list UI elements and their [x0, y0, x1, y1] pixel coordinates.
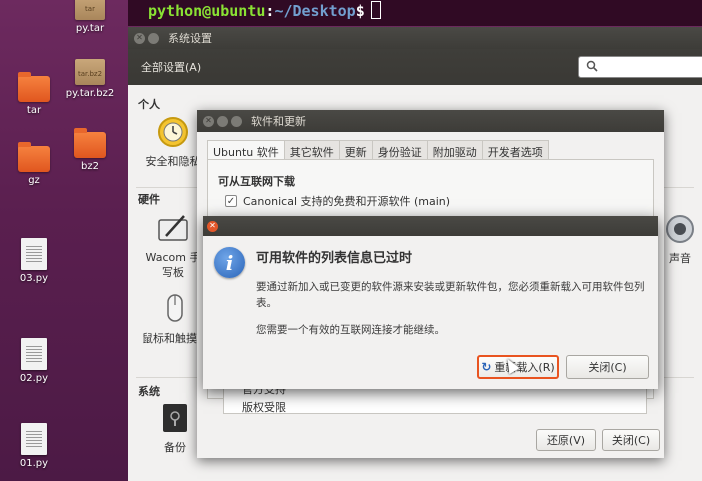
section-personal: 个人 — [138, 98, 160, 111]
settings-item-security[interactable]: 安全和隐私 — [143, 115, 203, 169]
software-titlebar: ✕ 软件和更新 — [197, 110, 664, 132]
safe-icon — [158, 401, 192, 435]
prompt-symbol: $ — [355, 2, 365, 20]
desktop-folder-gz[interactable]: gz — [4, 142, 64, 186]
folder-icon — [18, 142, 50, 172]
tab-other-software[interactable]: 其它软件 — [284, 140, 340, 160]
desktop-file-03-py[interactable]: 03.py — [4, 238, 64, 284]
main-repo-option[interactable]: ✓ Canonical 支持的免费和开源软件 (main) — [225, 193, 450, 209]
desktop-file-py-tar-bz2[interactable]: tar.bz2 py.tar.bz2 — [60, 59, 120, 99]
maximize-icon[interactable] — [231, 115, 242, 127]
tablet-pen-icon — [156, 212, 190, 246]
settings-titlebar: ✕ 系统设置 — [128, 27, 702, 49]
terminal-window[interactable]: python@ubuntu:~/Desktop$ — [128, 0, 702, 26]
software-title: 软件和更新 — [251, 115, 306, 128]
dialog-message: 要通过新加入或已变更的软件源来安装或更新软件包，您必须重新载入可用软件包列表。 — [256, 281, 645, 309]
refresh-icon: ↻ — [481, 360, 492, 374]
dialog-note: 您需要一个有效的互联网连接才能继续。 — [256, 324, 445, 336]
software-close-button[interactable]: 关闭(C) — [602, 429, 660, 451]
settings-title: 系统设置 — [168, 32, 212, 45]
desktop-file-02-py[interactable]: 02.py — [4, 338, 64, 384]
text-file-icon — [21, 238, 47, 270]
section-hardware: 硬件 — [138, 193, 160, 206]
close-icon[interactable]: ✕ — [207, 220, 218, 232]
prompt-user-host: python@ubuntu — [148, 2, 266, 20]
list-item: 版权受限 — [242, 401, 286, 414]
desktop-folder-bz2[interactable]: bz2 — [60, 128, 120, 172]
minimize-icon[interactable] — [148, 32, 159, 44]
tab-developer-options[interactable]: 开发者选项 — [482, 140, 549, 160]
security-privacy-icon — [156, 115, 190, 149]
minimize-icon[interactable] — [217, 115, 228, 127]
dialog-close-button[interactable]: 关闭(C) — [566, 355, 649, 379]
folder-icon — [74, 128, 106, 158]
tab-additional-drivers[interactable]: 附加驱动 — [427, 140, 483, 160]
info-icon: i — [214, 247, 245, 278]
tab-authentication[interactable]: 身份验证 — [372, 140, 428, 160]
archive-icon: tar — [75, 0, 105, 20]
main-repo-checkbox[interactable]: ✓ — [225, 195, 237, 207]
desktop-file-py-tar[interactable]: tar py.tar — [60, 0, 120, 34]
mouse-icon — [158, 292, 192, 326]
settings-item-sound[interactable]: 声音 — [658, 212, 702, 266]
settings-toolbar: 全部设置(A) — [128, 49, 702, 85]
folder-icon — [18, 72, 50, 102]
text-file-icon — [21, 423, 47, 455]
settings-item-backup[interactable]: 备份 — [153, 401, 197, 455]
revert-button[interactable]: 还原(V) — [536, 429, 596, 451]
desktop-folder-tar[interactable]: tar — [4, 72, 64, 116]
downloadable-heading: 可从互联网下载 — [218, 175, 295, 188]
settings-item-wacom[interactable]: Wacom 手写板 — [141, 212, 205, 280]
speaker-icon — [663, 212, 697, 246]
dialog-titlebar: ✕ — [203, 216, 658, 236]
tab-updates[interactable]: 更新 — [339, 140, 373, 160]
software-tabs: Ubuntu 软件 其它软件 更新 身份验证 附加驱动 开发者选项 — [207, 140, 549, 160]
close-icon[interactable]: ✕ — [134, 32, 145, 44]
settings-search-input[interactable] — [578, 56, 702, 78]
prompt-path: ~/Desktop — [274, 2, 356, 20]
search-icon — [586, 60, 598, 75]
dialog-title: 可用软件的列表信息已过时 — [256, 251, 413, 266]
desktop-file-01-py[interactable]: 01.py — [4, 423, 64, 469]
section-system: 系统 — [138, 385, 160, 398]
outdated-info-dialog: ✕ i 可用软件的列表信息已过时 要通过新加入或已变更的软件源来安装或更新软件包… — [203, 216, 658, 389]
archive-icon: tar.bz2 — [75, 59, 105, 85]
tab-ubuntu-software[interactable]: Ubuntu 软件 — [207, 140, 285, 160]
text-file-icon — [21, 338, 47, 370]
close-icon[interactable]: ✕ — [203, 115, 214, 127]
terminal-cursor — [370, 1, 381, 19]
all-settings-button[interactable]: 全部设置(A) — [141, 59, 201, 75]
